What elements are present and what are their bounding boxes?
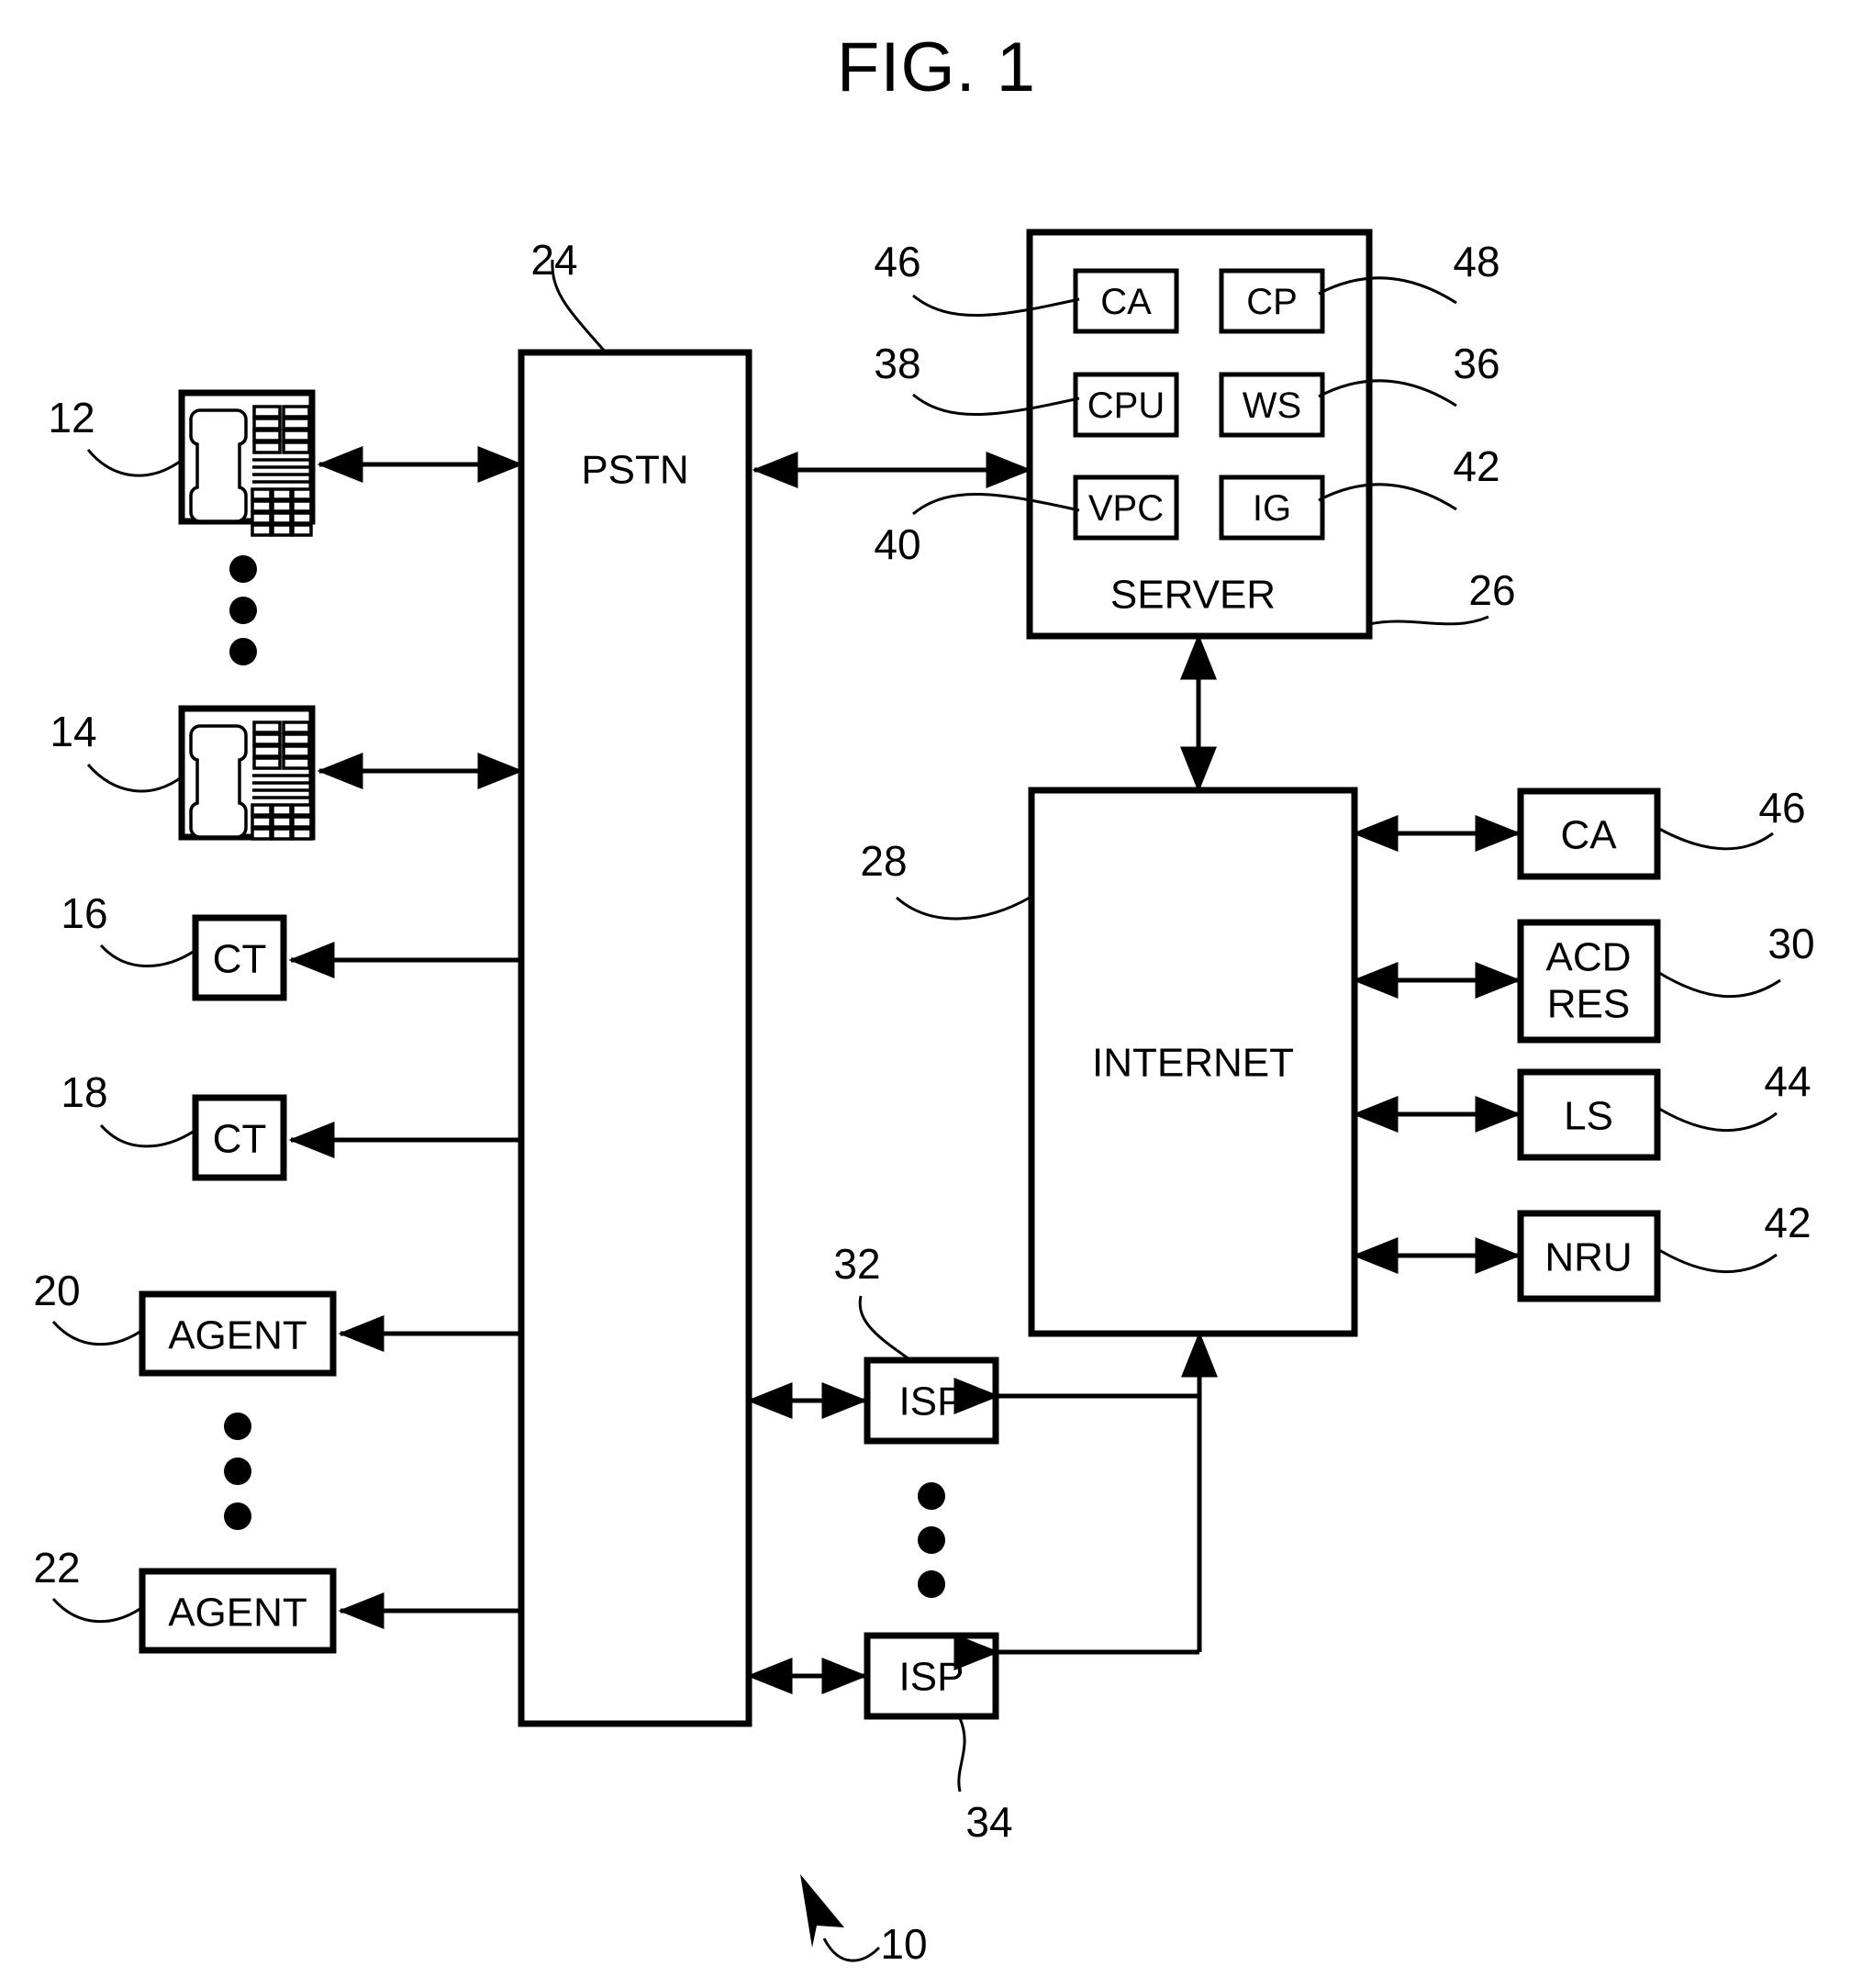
server-module-vpc[interactable]: VPC [1073,475,1179,541]
pstn-label: PSTN [581,448,688,493]
server-module-ca[interactable]: CA [1073,268,1179,334]
system-arrowhead [800,1874,844,1948]
peer-acd-label: ACD [1546,935,1632,980]
ref-12: 12 [48,394,95,441]
isp-32-label: ISP [899,1379,964,1424]
node-peer-acd-res[interactable]: ACD RES [1517,919,1661,1044]
ref-36-ws: 36 [1453,340,1500,387]
lead-line-46-peer [1658,827,1774,851]
ref-46-ca-server: 46 [874,238,920,285]
ct-18-label: CT [213,1117,267,1162]
lead-line-30 [1658,971,1781,999]
module-cpu-label: CPU [1087,385,1165,426]
ref-30-acd-res: 30 [1767,920,1814,967]
node-agent-22[interactable]: AGENT [139,1568,337,1654]
node-isp-34[interactable]: ISP [864,1632,999,1720]
lead-line-20 [51,1321,142,1346]
ref-40-vpc: 40 [874,520,920,568]
lead-line-34 [957,1717,966,1793]
ellipsis-isps [918,1482,945,1598]
ct-16-label: CT [213,937,267,982]
agent-22-label: AGENT [168,1591,307,1636]
server-label: SERVER [1110,573,1276,618]
patent-figure: FIG. 1 12 14 CT 16 CT 18 AGENT 20 AGENT … [0,0,1873,1988]
ref-44-ls: 44 [1764,1057,1811,1105]
node-isp-32[interactable]: ISP [864,1357,999,1445]
lead-line-14 [86,764,184,793]
node-peer-ls[interactable]: LS [1517,1068,1661,1161]
ref-18: 18 [61,1068,107,1116]
module-ws-label: WS [1243,385,1301,426]
lead-line-10 [822,1938,881,1962]
ref-24: 24 [530,236,577,284]
agent-20-label: AGENT [168,1313,307,1358]
node-peer-nru[interactable]: NRU [1517,1210,1661,1302]
lead-line-18 [99,1124,195,1148]
ref-10-system: 10 [880,1920,927,1968]
diagram-canvas: 12 14 CT 16 CT 18 AGENT 20 AGENT 22 PSTN… [33,229,1815,1968]
server-module-cpu[interactable]: CPU [1073,372,1179,438]
ref-42-ig: 42 [1453,442,1500,490]
ref-28-internet: 28 [860,837,907,885]
internet-label: INTERNET [1092,1041,1294,1086]
lead-line-44 [1658,1107,1778,1133]
node-peer-ca[interactable]: CA [1517,787,1661,880]
peer-ca-label: CA [1560,813,1617,858]
server-module-ws[interactable]: WS [1219,372,1325,438]
ellipsis-phones [229,555,257,665]
telephone-14 [178,705,316,841]
ellipsis-agents [224,1413,251,1530]
ref-26-server: 26 [1468,566,1515,614]
server-module-ig[interactable]: IG [1219,475,1325,541]
ref-22: 22 [33,1544,80,1592]
ref-16: 16 [61,889,107,937]
node-pstn[interactable]: PSTN [518,349,753,1727]
peer-nru-label: NRU [1544,1235,1632,1280]
module-vpc-label: VPC [1088,488,1164,529]
lead-line-26 [1368,615,1489,626]
lead-line-12 [86,449,184,477]
node-internet[interactable]: INTERNET [1028,787,1358,1337]
lead-line-28 [896,896,1031,921]
ref-42-nru: 42 [1764,1199,1811,1246]
lead-line-16 [99,944,195,967]
lead-line-22 [51,1598,142,1624]
module-ig-label: IG [1253,488,1291,529]
ref-48-cp: 48 [1453,238,1500,285]
module-cp-label: CP [1246,282,1298,322]
lead-line-32 [858,1295,913,1363]
ref-46-ca-peer: 46 [1758,784,1805,832]
ref-20: 20 [33,1267,80,1314]
module-ca-label: CA [1100,282,1152,322]
telephone-12 [178,389,316,537]
system-ref-pointer [800,1874,881,1962]
node-ct-18[interactable]: CT [192,1094,287,1181]
ref-32-isp: 32 [833,1240,880,1288]
isp-34-label: ISP [899,1655,964,1700]
server-module-cp[interactable]: CP [1219,268,1325,334]
peer-ls-label: LS [1564,1094,1613,1139]
ref-14: 14 [50,708,96,755]
node-agent-20[interactable]: AGENT [139,1290,337,1377]
lead-line-42-nru [1658,1248,1778,1274]
ref-34-isp: 34 [965,1798,1012,1846]
node-ct-16[interactable]: CT [192,914,287,1001]
peer-res-label: RES [1547,982,1630,1027]
ref-38-cpu: 38 [874,340,920,387]
